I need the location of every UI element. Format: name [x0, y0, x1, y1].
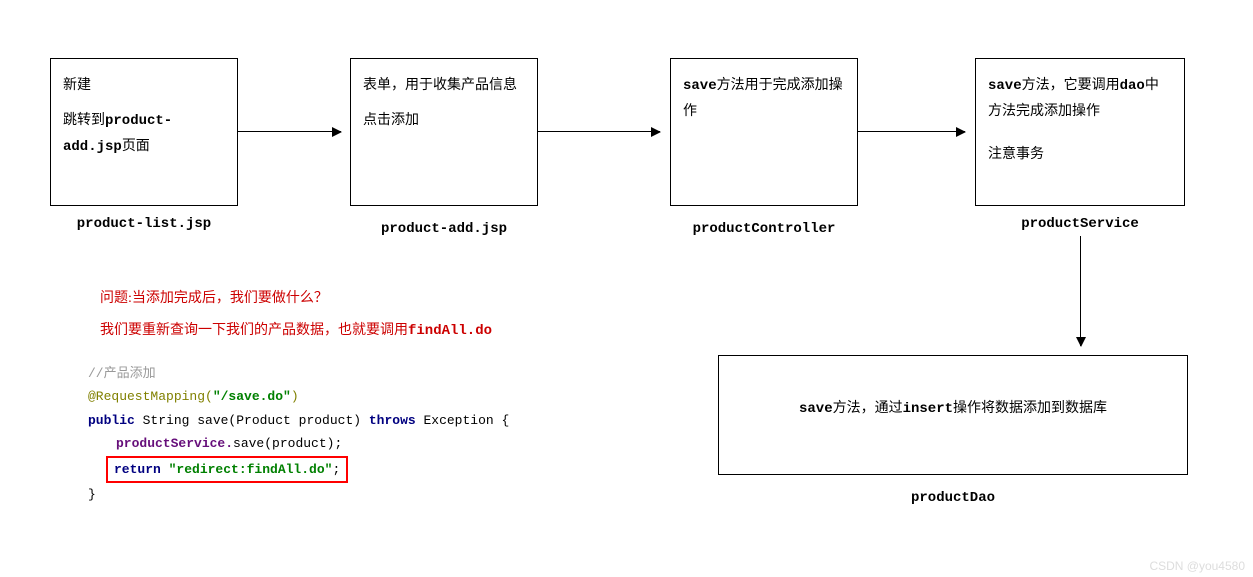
label-product-add: product-add.jsp	[350, 221, 538, 237]
label-product-controller: productController	[670, 221, 858, 237]
code-snippet: //产品添加 @RequestMapping("/save.do") publi…	[88, 362, 509, 506]
label-product-service: productService	[975, 216, 1185, 232]
code-return-highlight: return "redirect:findAll.do";	[106, 456, 348, 483]
box-product-add: 表单，用于收集产品信息 点击添加	[350, 58, 538, 206]
code-line: public String save(Product product) thro…	[88, 409, 509, 432]
code-line: @RequestMapping("/save.do")	[88, 385, 509, 408]
box-product-dao: save方法，通过insert操作将数据添加到数据库	[718, 355, 1188, 475]
box-text: 注意事务	[988, 142, 1172, 167]
arrow-icon	[858, 131, 965, 132]
box-text: 点击添加	[363, 108, 525, 133]
watermark: CSDN @you4580	[1149, 559, 1245, 573]
box-product-controller: save方法用于完成添加操作	[670, 58, 858, 206]
box-text: save方法，通过insert操作将数据添加到数据库	[731, 396, 1175, 422]
box-text: save方法用于完成添加操作	[683, 73, 845, 124]
arrow-down-icon	[1080, 236, 1081, 346]
box-text: 跳转到product-add.jsp页面	[63, 108, 225, 160]
box-text: save方法，它要调用dao中方法完成添加操作	[988, 73, 1172, 124]
label-product-dao: productDao	[718, 490, 1188, 506]
arrow-icon	[538, 131, 660, 132]
box-text: 新建	[63, 73, 225, 98]
box-text: 表单，用于收集产品信息	[363, 73, 525, 98]
note-question: 问题:当添加完成后，我们要做什么？	[100, 288, 328, 310]
arrow-icon	[238, 131, 341, 132]
label-product-list: product-list.jsp	[50, 216, 238, 232]
code-comment: //产品添加	[88, 362, 509, 385]
code-line: productService.save(product);	[116, 432, 509, 455]
code-line: }	[88, 483, 509, 506]
note-answer: 我们要重新查询一下我们的产品数据，也就要调用findAll.do	[100, 320, 492, 342]
box-product-service: save方法，它要调用dao中方法完成添加操作 注意事务	[975, 58, 1185, 206]
box-product-list: 新建 跳转到product-add.jsp页面	[50, 58, 238, 206]
